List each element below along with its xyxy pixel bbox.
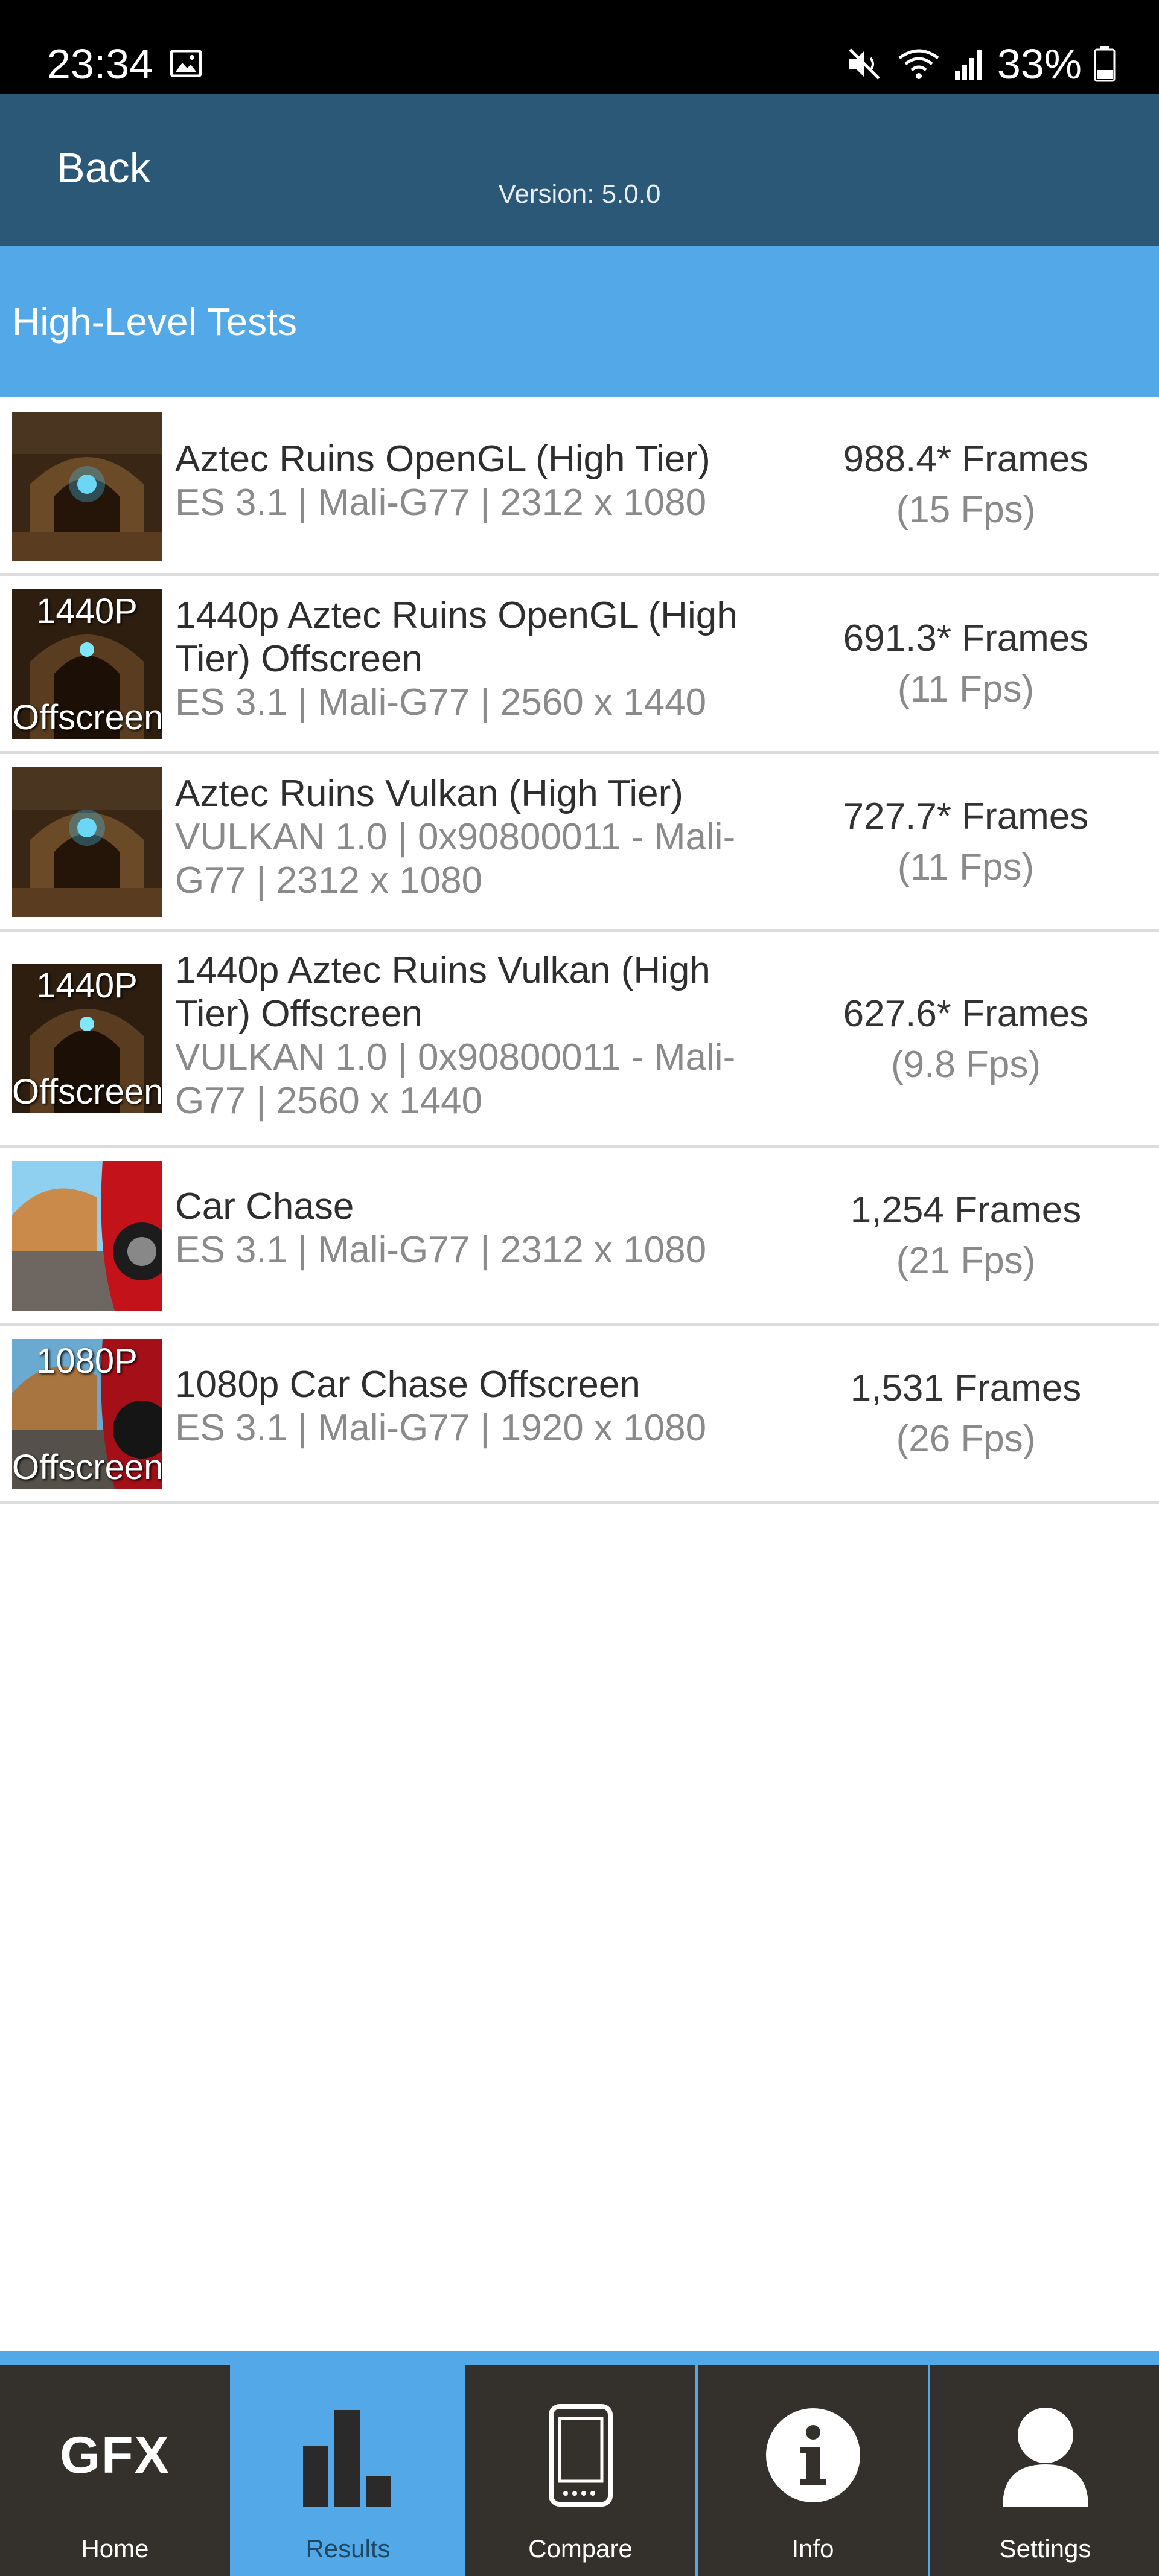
test-frames: 1,254 Frames xyxy=(850,1189,1082,1231)
bottom-navigation: GFX Home Results Compare Info Settings xyxy=(0,2351,1159,2576)
test-fps: (26 Fps) xyxy=(896,1418,1036,1460)
nav-settings-label: Settings xyxy=(999,2534,1091,2563)
test-details: ES 3.1 | Mali-G77 | 2312 x 1080 xyxy=(175,482,707,523)
test-results-list: Aztec Ruins OpenGL (High Tier) ES 3.1 | … xyxy=(0,397,1159,1504)
car-chase-thumbnail-icon xyxy=(12,1161,162,1311)
test-details: VULKAN 1.0 | 0x90800011 - Mali-G77 | 256… xyxy=(175,1037,736,1122)
test-frames: 691.3* Frames xyxy=(843,618,1089,659)
list-item[interactable]: 1440P Offscreen 1440p Aztec Ruins Vulkan… xyxy=(0,932,1159,1148)
gfx-logo-text: GFX xyxy=(60,2426,170,2484)
test-name: Car Chase xyxy=(175,1186,354,1227)
status-bar: 23:34 33% xyxy=(0,0,1159,94)
test-name: 1080p Car Chase Offscreen xyxy=(175,1364,640,1405)
nav-home[interactable]: GFX Home xyxy=(0,2365,230,2576)
test-fps: (9.8 Fps) xyxy=(890,1044,1041,1085)
car-chase-offscreen-thumbnail-icon: 1080P Offscreen xyxy=(12,1339,162,1489)
gfx-logo-icon: GFX xyxy=(0,2401,230,2510)
user-icon xyxy=(930,2401,1159,2510)
thumbnail-caption-bottom: Offscreen xyxy=(12,698,162,737)
section-title: High-Level Tests xyxy=(12,300,297,344)
mute-icon xyxy=(848,48,880,80)
test-name: Aztec Ruins Vulkan (High Tier) xyxy=(175,773,683,814)
test-name: 1440p Aztec Ruins Vulkan (High Tier) Off… xyxy=(175,950,710,1035)
nav-info-label: Info xyxy=(791,2534,834,2563)
list-item[interactable]: Car Chase ES 3.1 | Mali-G77 | 2312 x 108… xyxy=(0,1148,1159,1326)
info-icon xyxy=(698,2401,928,2510)
test-frames: 1,531 Frames xyxy=(850,1367,1082,1409)
wifi-icon xyxy=(898,49,939,79)
list-item[interactable]: Aztec Ruins Vulkan (High Tier) VULKAN 1.… xyxy=(0,754,1159,932)
thumbnail-caption-top: 1440P xyxy=(36,592,138,631)
nav-results-label: Results xyxy=(305,2534,391,2563)
test-fps: (11 Fps) xyxy=(897,846,1035,888)
test-frames: 988.4* Frames xyxy=(843,438,1089,480)
test-details: ES 3.1 | Mali-G77 | 2312 x 1080 xyxy=(175,1229,707,1271)
nav-compare-label: Compare xyxy=(528,2534,633,2563)
thumbnail-caption-bottom: Offscreen xyxy=(12,1448,162,1487)
gallery-icon xyxy=(170,50,202,77)
test-name: Aztec Ruins OpenGL (High Tier) xyxy=(175,438,710,480)
list-item[interactable]: 1440P Offscreen 1440p Aztec Ruins OpenGL… xyxy=(0,576,1159,754)
aztec-ruins-thumbnail-icon xyxy=(12,412,162,561)
test-details: VULKAN 1.0 | 0x90800011 - Mali-G77 | 231… xyxy=(175,816,736,901)
nav-settings[interactable]: Settings xyxy=(930,2365,1159,2576)
test-fps: (11 Fps) xyxy=(897,668,1035,710)
version-label: Version: 5.0.0 xyxy=(498,179,661,209)
aztec-ruins-offscreen-thumbnail-icon: 1440P Offscreen xyxy=(12,964,162,1113)
nav-compare[interactable]: Compare xyxy=(465,2365,695,2576)
battery-percent: 33% xyxy=(997,40,1082,88)
test-fps: (21 Fps) xyxy=(896,1240,1036,1282)
test-name: 1440p Aztec Ruins OpenGL (High Tier) Off… xyxy=(175,595,738,680)
test-frames: 627.6* Frames xyxy=(843,993,1089,1035)
status-time: 23:34 xyxy=(47,40,153,88)
list-item[interactable]: 1080P Offscreen 1080p Car Chase Offscree… xyxy=(0,1326,1159,1504)
app-header: Back Version: 5.0.0 xyxy=(0,94,1159,246)
aztec-ruins-thumbnail-icon xyxy=(12,767,162,917)
battery-icon xyxy=(1094,46,1116,82)
section-header: High-Level Tests xyxy=(0,246,1159,397)
test-details: ES 3.1 | Mali-G77 | 1920 x 1080 xyxy=(175,1407,707,1449)
signal-icon xyxy=(954,50,982,80)
nav-home-label: Home xyxy=(81,2534,149,2563)
nav-info[interactable]: Info xyxy=(698,2365,928,2576)
thumbnail-caption-top: 1440P xyxy=(36,966,138,1005)
list-item[interactable]: Aztec Ruins OpenGL (High Tier) ES 3.1 | … xyxy=(0,397,1159,576)
test-details: ES 3.1 | Mali-G77 | 2560 x 1440 xyxy=(175,682,707,723)
thumbnail-caption-bottom: Offscreen xyxy=(12,1072,162,1111)
aztec-ruins-offscreen-thumbnail-icon: 1440P Offscreen xyxy=(12,589,162,739)
bar-chart-icon xyxy=(233,2401,463,2510)
test-frames: 727.7* Frames xyxy=(843,796,1089,837)
thumbnail-caption-top: 1080P xyxy=(36,1341,138,1381)
phone-icon xyxy=(465,2401,695,2510)
status-icons: 33% xyxy=(846,40,1116,88)
nav-results[interactable]: Results xyxy=(233,2365,463,2576)
test-fps: (15 Fps) xyxy=(896,489,1036,531)
